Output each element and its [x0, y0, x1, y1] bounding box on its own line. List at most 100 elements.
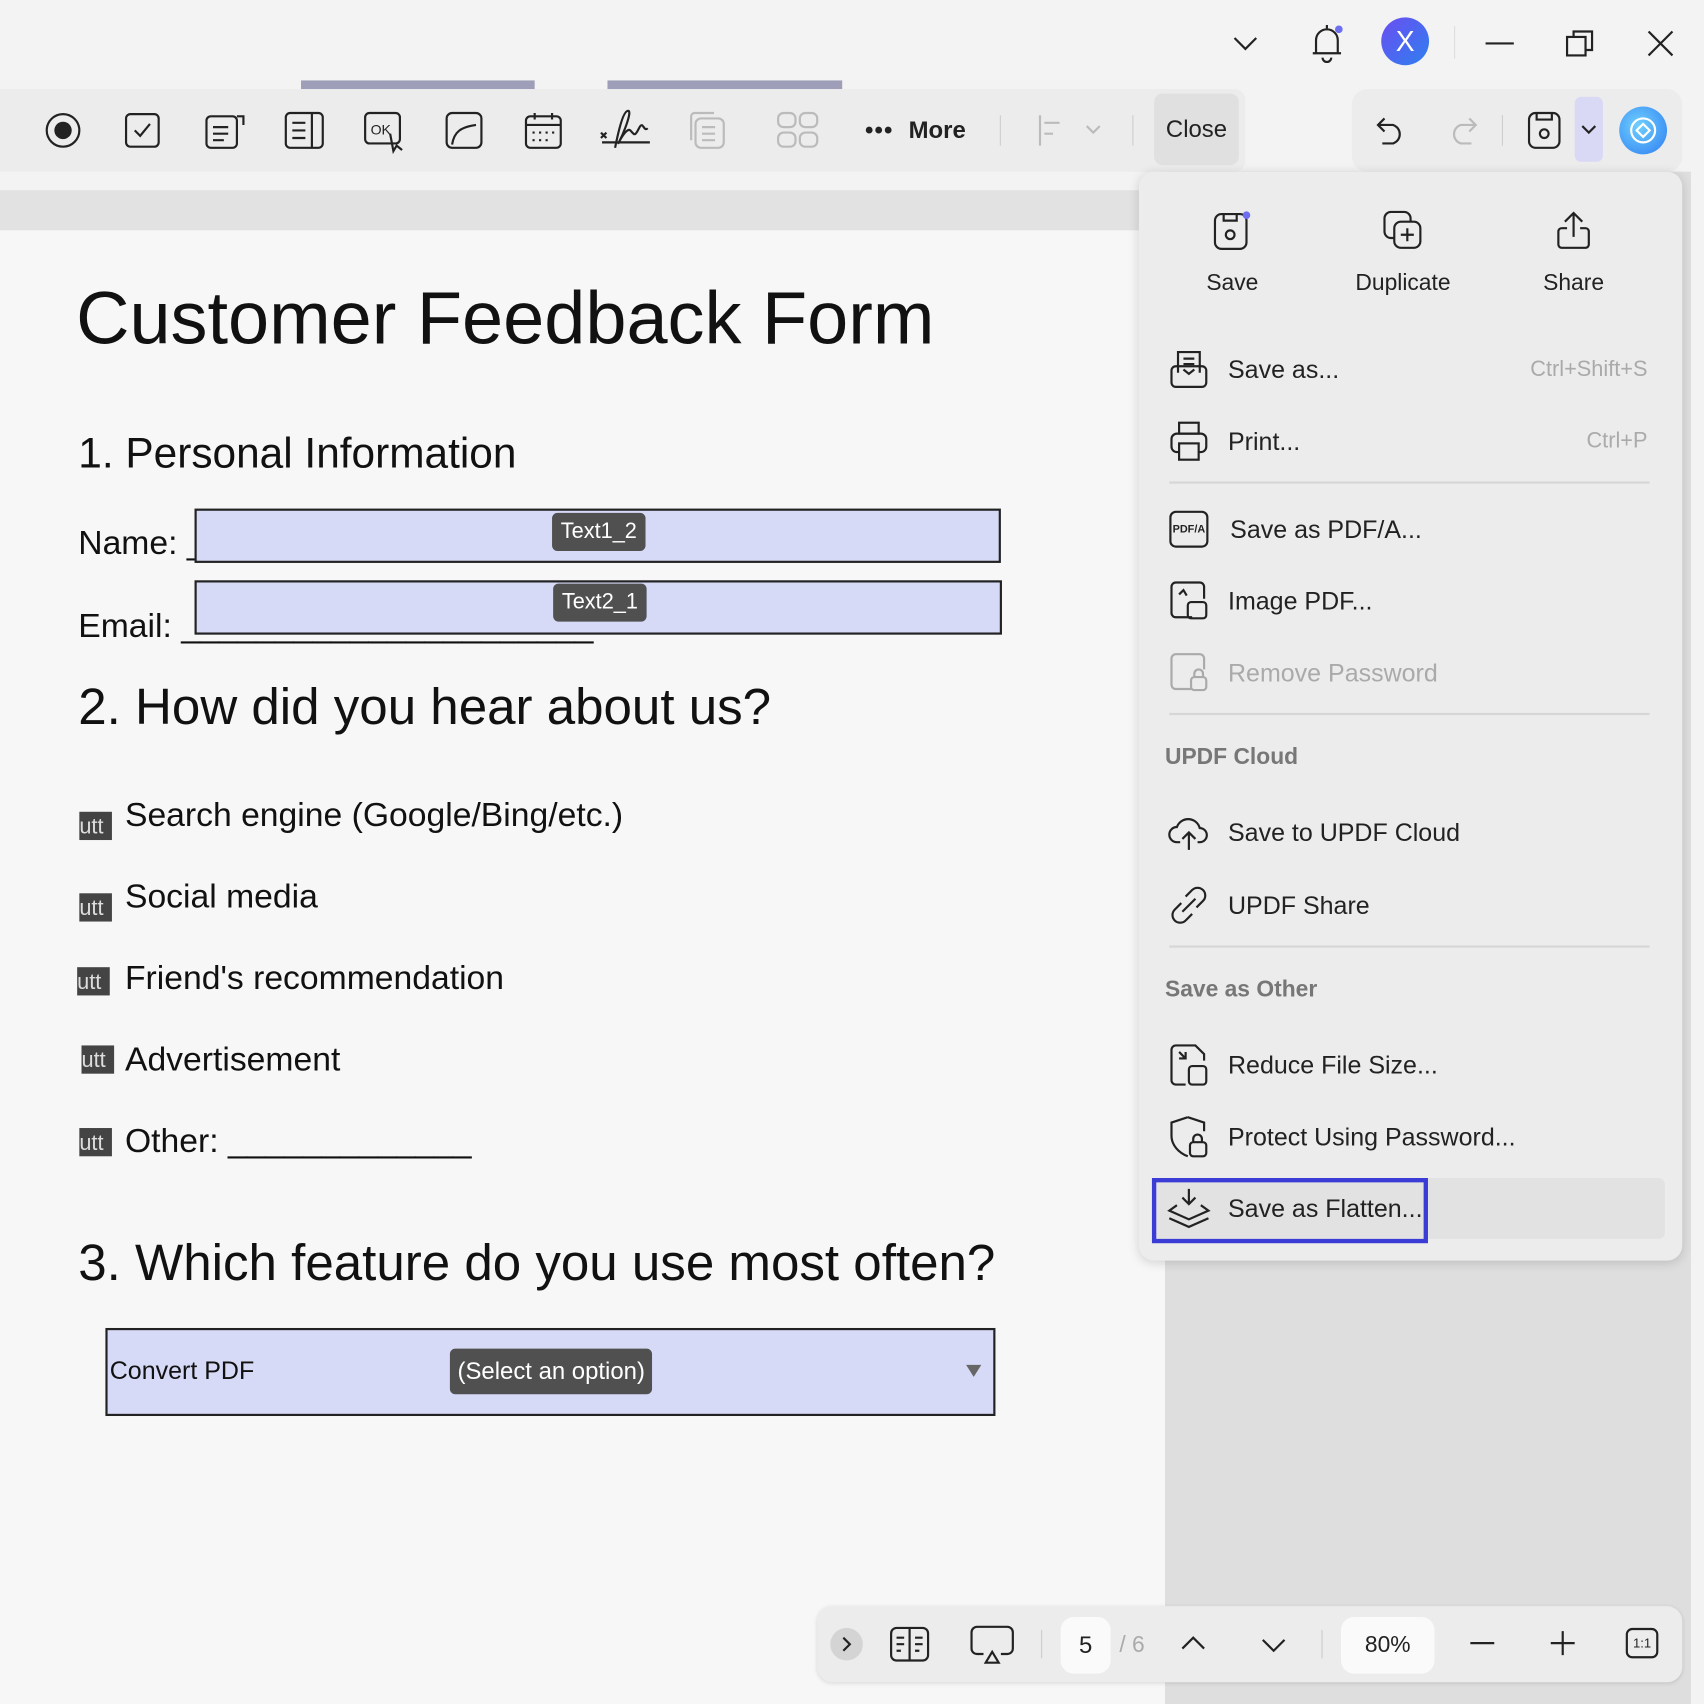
image-field-tool-icon[interactable]	[444, 111, 483, 150]
checkbox-field[interactable]: utt	[81, 1045, 115, 1074]
align-dropdown[interactable]	[1035, 113, 1111, 148]
checkbox-field[interactable]: utt	[79, 811, 112, 841]
save-menu: Save Duplicate Share Save as... Ctrl+Shif…	[1138, 171, 1683, 1261]
document-actions-toolbar	[1351, 89, 1683, 172]
list-box-tool-icon[interactable]	[284, 111, 325, 150]
menu-item-label: Save as PDF/A...	[1230, 514, 1422, 543]
share-icon	[1557, 211, 1590, 249]
next-page-icon[interactable]	[1261, 1632, 1287, 1658]
save-options-dropdown[interactable]	[1574, 96, 1603, 162]
menu-item-save-as-pdfa[interactable]: PDF/A Save as PDF/A...	[1139, 499, 1682, 560]
print-icon	[1167, 419, 1210, 462]
date-field-tool-icon[interactable]	[524, 111, 563, 150]
page-gap	[0, 190, 1165, 231]
menu-item-remove-password[interactable]: Remove Password	[1139, 642, 1682, 703]
menu-item-reduce-file-size[interactable]: Reduce File Size...	[1139, 1035, 1682, 1096]
menu-item-label: Image PDF...	[1228, 586, 1373, 615]
signature-tool-icon[interactable]	[600, 109, 650, 152]
page-layout-icon[interactable]	[889, 1625, 930, 1664]
divider	[1169, 481, 1650, 484]
remove-password-icon	[1167, 651, 1210, 694]
pdfa-icon: PDF/A	[1169, 510, 1209, 548]
page-number-input[interactable]: 5	[1060, 1617, 1111, 1674]
chevron-down-icon	[1581, 125, 1597, 135]
shortcut: Ctrl+Shift+S	[1530, 356, 1648, 381]
save-icon[interactable]	[1526, 111, 1563, 150]
divider	[1132, 115, 1134, 146]
menu-item-save-as[interactable]: Save as... Ctrl+Shift+S	[1139, 339, 1682, 400]
divider	[1454, 26, 1456, 59]
checkbox-field[interactable]: utt	[79, 1128, 112, 1157]
more-dots-icon: •••	[865, 116, 894, 144]
undo-icon[interactable]	[1374, 113, 1409, 148]
save-icon	[1213, 211, 1251, 250]
dropdown-field-tag: (Select an option)	[449, 1348, 653, 1395]
zoom-in-icon[interactable]	[1550, 1630, 1576, 1656]
previous-page-icon[interactable]	[1180, 1630, 1206, 1656]
menu-item-image-pdf[interactable]: Image PDF...	[1139, 571, 1682, 632]
more-button[interactable]: ••• More	[865, 113, 966, 148]
restore-icon[interactable]	[1565, 28, 1595, 58]
option-label: Friend's recommendation	[124, 958, 505, 997]
menu-item-label: Save to UPDF Cloud	[1228, 817, 1461, 847]
menu-item-protect-password[interactable]: Protect Using Password...	[1139, 1106, 1682, 1167]
minimize-icon[interactable]	[1484, 28, 1514, 58]
actual-size-button[interactable]: 1:1	[1625, 1627, 1659, 1659]
menu-item-print[interactable]: Print... Ctrl+P	[1139, 411, 1682, 472]
page-navigation-bar: 5 / 6 80% 1:1	[817, 1606, 1683, 1683]
image-pdf-icon	[1167, 579, 1210, 622]
dropdown-arrow-icon	[966, 1364, 982, 1377]
section-label-save-as-other: Save as Other	[1164, 976, 1318, 1002]
menu-share-button[interactable]: Share	[1519, 211, 1628, 297]
menu-item-label: Protect Using Password...	[1228, 1122, 1516, 1151]
combo-box-tool-icon[interactable]	[204, 111, 245, 150]
tab[interactable]	[607, 80, 843, 90]
radio-button-tool-icon[interactable]	[43, 111, 82, 150]
avatar[interactable]: X	[1381, 17, 1430, 66]
menu-item-label: UPDF Share	[1228, 890, 1370, 919]
close-form-editing-button[interactable]: Close	[1154, 93, 1239, 166]
zoom-out-icon[interactable]	[1469, 1630, 1495, 1656]
svg-text:OK: OK	[371, 122, 392, 138]
presentation-icon[interactable]	[969, 1624, 1015, 1667]
close-window-icon[interactable]	[1645, 28, 1675, 58]
option-label: Search engine (Google/Bing/etc.)	[124, 795, 624, 834]
more-label: More	[908, 116, 966, 144]
menu-item-save-to-cloud[interactable]: Save to UPDF Cloud	[1139, 802, 1682, 863]
button-tool-icon[interactable]: OK	[363, 111, 406, 155]
form-toolbar: OK ••• More Close	[0, 89, 1246, 172]
menu-save-button[interactable]: Save	[1178, 211, 1287, 297]
duplicate-icon	[1383, 210, 1422, 249]
tab[interactable]	[301, 80, 535, 90]
chevron-down-icon[interactable]	[1230, 28, 1260, 58]
menu-item-label: Remove Password	[1228, 658, 1438, 687]
menu-duplicate-button[interactable]: Duplicate	[1338, 210, 1468, 297]
duplicate-label: Duplicate	[1355, 270, 1451, 296]
expand-sidebar-button[interactable]	[830, 1627, 863, 1661]
cloud-upload-icon	[1167, 811, 1210, 854]
section-label-cloud: UPDF Cloud	[1164, 744, 1299, 770]
redo-icon[interactable]	[1445, 113, 1480, 148]
option-label: Social media	[124, 876, 318, 916]
checkbox-field[interactable]: utt	[79, 893, 112, 922]
bell-icon[interactable]	[1308, 22, 1345, 64]
divider	[1501, 115, 1503, 146]
divider	[999, 115, 1001, 146]
link-icon	[1167, 884, 1210, 927]
section-heading: 2. How did you hear about us?	[78, 677, 772, 735]
shortcut: Ctrl+P	[1586, 428, 1648, 453]
ai-assistant-icon[interactable]	[1619, 106, 1668, 155]
app-window: X OK ••• More Close Customer Feedback For…	[0, 0, 1704, 1704]
checkbox-tool-icon[interactable]	[123, 111, 162, 150]
option-label: Advertisement	[124, 1040, 341, 1079]
menu-item-updf-share[interactable]: UPDF Share	[1139, 875, 1682, 936]
avatar-letter: X	[1395, 24, 1415, 58]
checkbox-field[interactable]: utt	[77, 967, 110, 996]
menu-item-label: Reduce File Size...	[1228, 1050, 1438, 1079]
grid-icon[interactable]	[776, 111, 819, 150]
name-label: Name: _	[78, 523, 206, 562]
zoom-level-input[interactable]: 80%	[1341, 1617, 1435, 1674]
copy-fields-icon[interactable]	[687, 111, 726, 150]
divider	[1169, 945, 1650, 948]
divider	[1321, 1630, 1323, 1659]
